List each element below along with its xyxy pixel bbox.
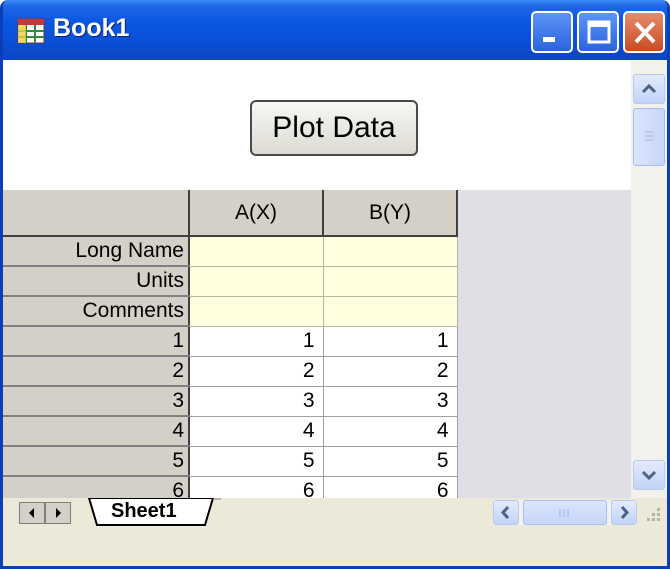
chevron-right-icon [620, 505, 630, 520]
cell-a[interactable]: 3 [189, 386, 324, 417]
vertical-scrollbar[interactable] [631, 60, 667, 498]
cell-a[interactable]: 2 [189, 356, 324, 387]
button-panel: Plot Data [3, 60, 631, 190]
cell-b[interactable]: 1 [323, 326, 458, 357]
sheet-tab-sheet1[interactable]: Sheet1 [111, 500, 177, 523]
title-bar[interactable]: Book1 [3, 0, 667, 60]
chevron-down-icon [641, 470, 657, 481]
chevron-up-icon [641, 83, 657, 94]
row-header[interactable]: 3 [3, 386, 190, 417]
long-name-cell-b[interactable] [323, 236, 458, 267]
triangle-right-icon [56, 508, 61, 518]
triangle-left-icon [29, 508, 34, 518]
resize-grip-icon[interactable] [643, 504, 663, 524]
vertical-scroll-thumb[interactable] [633, 108, 665, 166]
window-title: Book1 [53, 14, 130, 42]
plot-data-button[interactable]: Plot Data [250, 100, 418, 156]
table-row: 4 4 4 [3, 416, 458, 447]
comments-cell-a[interactable] [189, 296, 324, 327]
worksheet-icon [17, 18, 45, 44]
horizontal-scroll-thumb[interactable] [523, 500, 607, 525]
cell-b[interactable]: 5 [323, 446, 458, 477]
minimize-button[interactable] [531, 11, 573, 53]
cell-a[interactable]: 5 [189, 446, 324, 477]
worksheet-client: Plot Data A(X) B(Y) Long Name Units Comm… [3, 60, 667, 527]
row-header[interactable]: 1 [3, 326, 190, 357]
scroll-down-button[interactable] [633, 460, 665, 490]
table-row: 1 1 1 [3, 326, 458, 357]
cell-b[interactable]: 3 [323, 386, 458, 417]
cell-a[interactable]: 4 [189, 416, 324, 447]
grip-lines-icon [645, 131, 653, 141]
maximize-icon [587, 20, 611, 44]
comments-cell-b[interactable] [323, 296, 458, 327]
worksheet-window: Book1 Plot Data A(X) B(Y) Long Name Unit… [0, 0, 670, 569]
cell-a[interactable]: 1 [189, 326, 324, 357]
column-header-b[interactable]: B(Y) [323, 190, 458, 237]
close-button[interactable] [623, 11, 665, 53]
grip-lines-icon [559, 509, 569, 517]
row-header-units[interactable]: Units [3, 266, 190, 297]
cell-b[interactable]: 2 [323, 356, 458, 387]
maximize-button[interactable] [577, 11, 619, 53]
row-header-long-name[interactable]: Long Name [3, 236, 190, 267]
row-header-comments[interactable]: Comments [3, 296, 190, 327]
units-cell-b[interactable] [323, 266, 458, 297]
horizontal-scrollbar[interactable] [493, 500, 637, 525]
worksheet-grid: A(X) B(Y) Long Name Units Comments 1 1 1… [3, 190, 458, 507]
table-row: 5 5 5 [3, 446, 458, 477]
scroll-right-button[interactable] [611, 500, 637, 525]
table-row: 3 3 3 [3, 386, 458, 417]
row-header[interactable]: 4 [3, 416, 190, 447]
row-header[interactable]: 5 [3, 446, 190, 477]
column-header-a[interactable]: A(X) [189, 190, 324, 237]
cell-b[interactable]: 4 [323, 416, 458, 447]
chevron-left-icon [500, 505, 510, 520]
units-cell-a[interactable] [189, 266, 324, 297]
close-icon [634, 21, 656, 44]
sheet-tab-bar: Sheet1 [3, 498, 667, 527]
previous-sheet-button[interactable] [19, 502, 45, 524]
scroll-up-button[interactable] [633, 74, 665, 104]
grid-corner[interactable] [3, 190, 190, 237]
minimize-icon [543, 37, 555, 42]
scroll-left-button[interactable] [493, 500, 519, 525]
next-sheet-button[interactable] [45, 502, 71, 524]
long-name-cell-a[interactable] [189, 236, 324, 267]
row-header[interactable]: 2 [3, 356, 190, 387]
table-row: 2 2 2 [3, 356, 458, 387]
